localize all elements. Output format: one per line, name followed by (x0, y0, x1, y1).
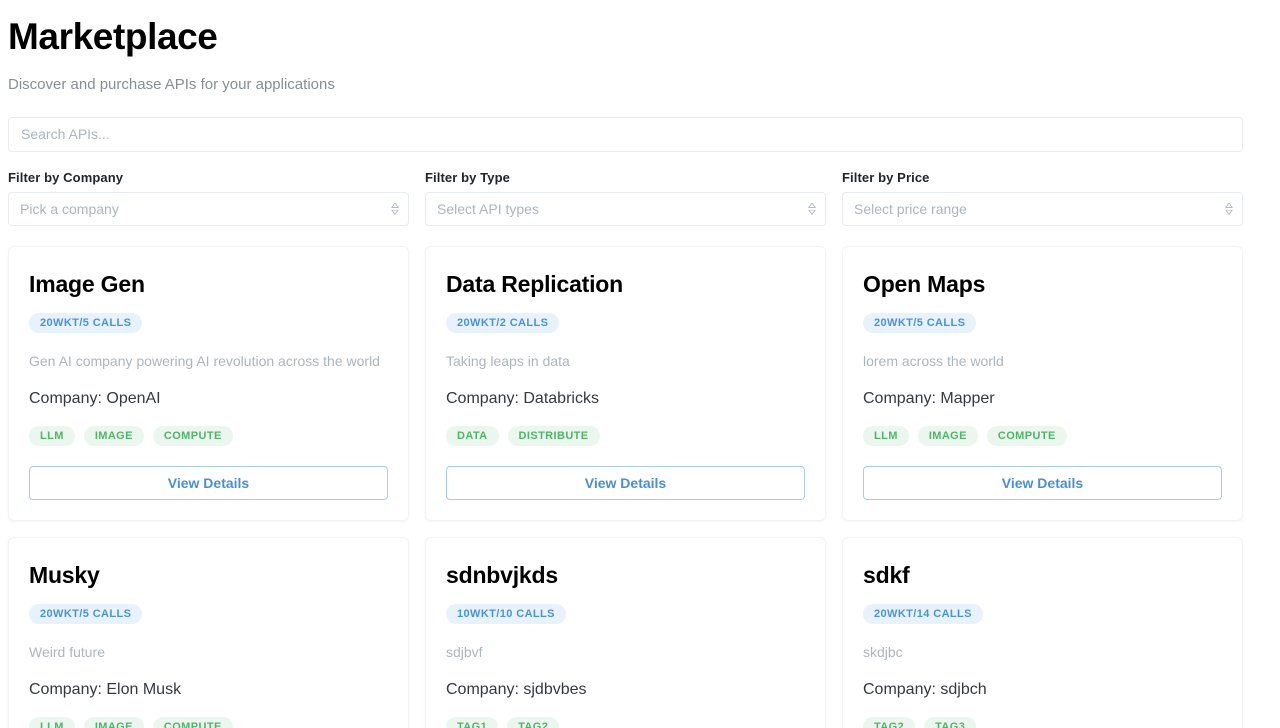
search-row (8, 116, 1243, 152)
search-input[interactable] (8, 116, 1243, 152)
filter-label-1: Filter by Company (8, 169, 124, 185)
api-card-company: Company: Mapper (863, 390, 995, 408)
api-card-description: Weird future (29, 644, 105, 661)
filter-select-wrap-2: Select API types (425, 191, 826, 226)
api-card-tag-row: DATA DISTRIBUTE (446, 425, 805, 446)
api-card-company: Company: OpenAI (29, 390, 161, 408)
api-tag[interactable]: TAG1 (446, 717, 499, 728)
api-card-badge-row: 20WKT/5 CALLS (863, 313, 1222, 334)
api-card[interactable]: Musky 20WKT/5 CALLS Weird future Company: E… (8, 536, 409, 728)
calls-badge: 20WKT/14 CALLS (863, 604, 983, 625)
api-card-tag-row: LLM IMAGE COMPUTE (29, 717, 388, 728)
api-card-title: Data Replication (446, 270, 624, 297)
api-card-badge-row: 20WKT/2 CALLS (446, 313, 805, 334)
api-card[interactable]: sdnbvjkds 10WKT/10 CALLS sdjbvf Company: sj… (425, 536, 826, 728)
api-tag[interactable]: COMPUTE (986, 425, 1067, 446)
api-card[interactable]: sdkf 20WKT/14 CALLS skdjbc Company: sdjbch T… (842, 536, 1243, 728)
calls-badge: 20WKT/5 CALLS (863, 313, 977, 334)
api-tag[interactable]: TAG3 (924, 717, 977, 728)
api-card-badge-row: 20WKT/5 CALLS (29, 313, 388, 334)
api-card-title: sdkf (863, 561, 910, 588)
api-tag[interactable]: COMPUTE (152, 425, 233, 446)
view-details-button[interactable]: View Details (446, 465, 805, 500)
filter-select-2[interactable]: Select API types (425, 191, 826, 226)
filter-select-wrap-1: Pick a company (8, 191, 409, 226)
page-container: Marketplace Discover and purchase APIs f… (8, 16, 1243, 728)
calls-badge: 20WKT/5 CALLS (29, 604, 143, 625)
api-tag[interactable]: DISTRIBUTE (507, 425, 600, 446)
calls-badge: 20WKT/2 CALLS (446, 313, 560, 334)
api-tag[interactable]: LLM (863, 425, 909, 446)
api-card-description: Taking leaps in data (446, 353, 570, 370)
api-card-title: Image Gen (29, 270, 145, 297)
api-card-title: Musky (29, 561, 100, 588)
api-tag[interactable]: TAG2 (863, 717, 916, 728)
api-tag[interactable]: IMAGE (917, 425, 978, 446)
filter-select-3[interactable]: Select price range (842, 191, 1243, 226)
api-card-badge-row: 20WKT/5 CALLS (29, 604, 388, 625)
view-details-button[interactable]: View Details (29, 465, 388, 500)
filter-group-1: Filter by Company Pick a company (8, 170, 409, 226)
api-card-description: sdjbvf (446, 644, 483, 661)
api-tag[interactable]: IMAGE (83, 425, 144, 446)
api-card-tag-row: LLM IMAGE COMPUTE (29, 425, 388, 446)
page-subtitle: Discover and purchase APIs for your appl… (8, 75, 335, 93)
filter-select-1[interactable]: Pick a company (8, 191, 409, 226)
api-card[interactable]: Image Gen 20WKT/5 CALLS Gen AI company pow… (8, 245, 409, 521)
filter-group-3: Filter by Price Select price range (842, 170, 1243, 226)
api-card-description: lorem across the world (863, 353, 1004, 370)
api-cards-grid: Image Gen 20WKT/5 CALLS Gen AI company pow… (8, 245, 1243, 728)
calls-badge: 20WKT/5 CALLS (29, 313, 143, 334)
api-card-title: Open Maps (863, 270, 986, 297)
marketplace-page: Marketplace Discover and purchase APIs f… (0, 16, 1280, 728)
api-card-company: Company: sjdbvbes (446, 681, 587, 699)
api-card[interactable]: Open Maps 20WKT/5 CALLS lorem across the w… (842, 245, 1243, 521)
api-tag[interactable]: TAG2 (507, 717, 560, 728)
api-tag[interactable]: LLM (29, 425, 75, 446)
api-card-tag-row: LLM IMAGE COMPUTE (863, 425, 1222, 446)
api-card-description: skdjbc (863, 644, 903, 661)
api-card-badge-row: 20WKT/14 CALLS (863, 604, 1222, 625)
calls-badge: 10WKT/10 CALLS (446, 604, 566, 625)
api-tag[interactable]: IMAGE (83, 717, 144, 728)
api-card-description: Gen AI company powering AI revolution ac… (29, 353, 380, 370)
api-card-title: sdnbvjkds (446, 561, 558, 588)
api-card-badge-row: 10WKT/10 CALLS (446, 604, 805, 625)
filter-group-2: Filter by Type Select API types (425, 170, 826, 226)
api-card-tag-row: TAG2 TAG3 (863, 717, 1222, 728)
api-tag[interactable]: COMPUTE (152, 717, 233, 728)
filter-select-wrap-3: Select price range (842, 191, 1243, 226)
view-details-button[interactable]: View Details (863, 465, 1222, 500)
api-card[interactable]: Data Replication 20WKT/2 CALLS Taking leap… (425, 245, 826, 521)
api-card-tag-row: TAG1 TAG2 (446, 717, 805, 728)
api-card-company: Company: sdjbch (863, 681, 987, 699)
api-tag[interactable]: DATA (446, 425, 499, 446)
api-card-company: Company: Databricks (446, 390, 599, 408)
api-card-company: Company: Elon Musk (29, 681, 182, 699)
page-title: Marketplace (8, 16, 218, 57)
filter-label-3: Filter by Price (842, 169, 930, 185)
api-tag[interactable]: LLM (29, 717, 75, 728)
filters-row: Filter by Company Pick a company Filter by… (8, 170, 1243, 226)
filter-label-2: Filter by Type (425, 169, 510, 185)
